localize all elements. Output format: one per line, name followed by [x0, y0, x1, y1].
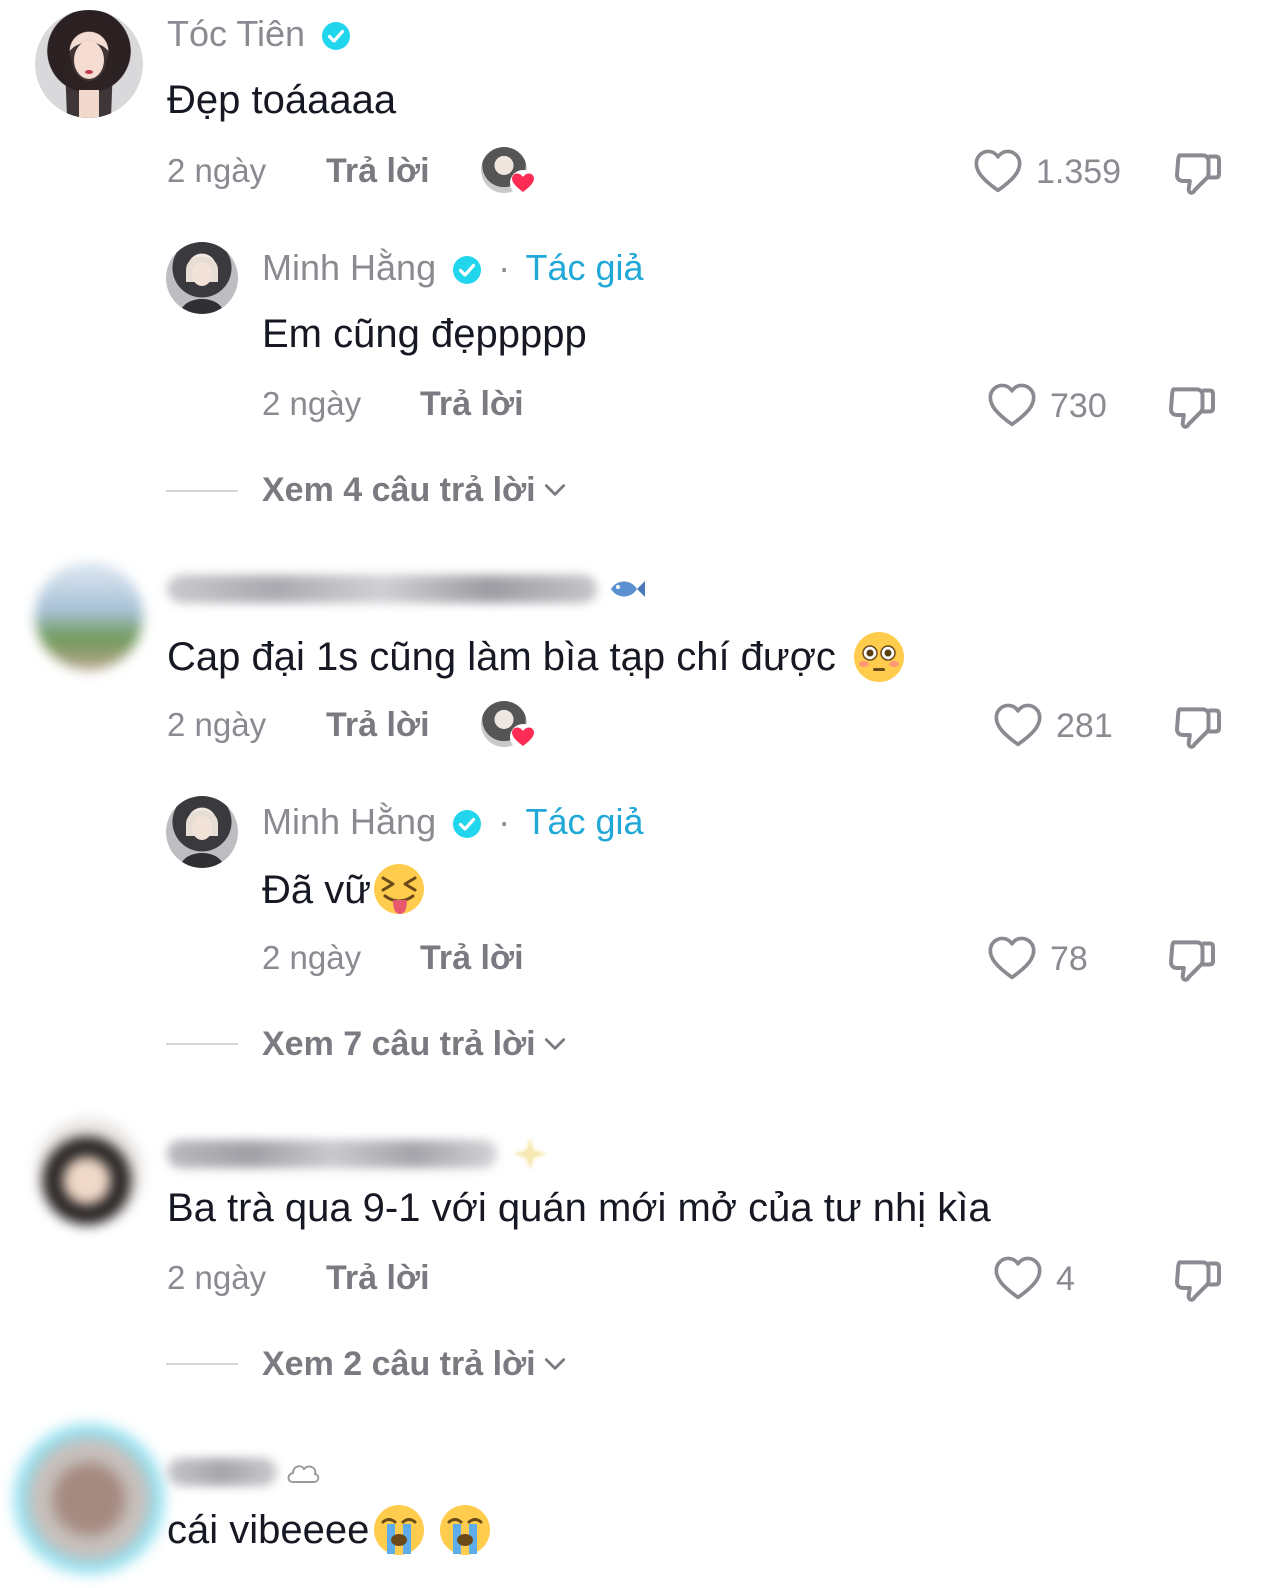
flushed-emoji-icon: [853, 632, 904, 682]
username[interactable]: Tóc Tiên: [167, 14, 351, 54]
username[interactable]: [167, 1134, 555, 1174]
view-replies-label[interactable]: Xem 7 câu trả lời: [262, 1024, 536, 1064]
like-control[interactable]: 78: [986, 933, 1088, 985]
like-control[interactable]: 1.359: [972, 146, 1121, 198]
avatar-image: [180, 256, 224, 314]
comment-text: Cap đại 1s cũng làm bìa tạp chí được: [167, 630, 906, 684]
verified-icon: [321, 21, 351, 51]
squinting-tongue-emoji-icon: [374, 864, 425, 914]
like-control[interactable]: 281: [992, 700, 1113, 752]
comment-text: Em cũng đẹppppp: [262, 312, 587, 356]
view-replies-button[interactable]: Xem 4 câu trả lời: [262, 470, 568, 510]
like-control[interactable]: 730: [986, 380, 1107, 432]
like-count: 1.359: [1036, 153, 1122, 191]
heart-outline-icon[interactable]: [972, 146, 1024, 198]
username[interactable]: [167, 1452, 323, 1492]
reply-button[interactable]: Trả lời: [326, 151, 430, 191]
chevron-down-icon: [542, 1031, 568, 1057]
avatar[interactable]: [35, 562, 143, 670]
dislike-icon[interactable]: [1170, 700, 1226, 756]
avatar-image: [180, 810, 224, 868]
comment-time: 2 ngày: [262, 939, 362, 976]
view-replies-button[interactable]: Xem 2 câu trả lời: [262, 1344, 568, 1384]
username-text[interactable]: Tóc Tiên: [167, 13, 305, 54]
blurred-username: [167, 1140, 497, 1168]
author-tag: Tác giả: [525, 801, 644, 842]
comment-text-content: cái vibeeee: [167, 1508, 370, 1552]
reply-button[interactable]: Trả lời: [420, 384, 524, 424]
crying-emoji-icon: [374, 1505, 425, 1555]
username-text[interactable]: Minh Hằng: [262, 247, 436, 288]
dislike-icon[interactable]: [1164, 380, 1220, 436]
chevron-down-icon: [542, 1351, 568, 1377]
sparkle-icon: [513, 1138, 547, 1170]
username[interactable]: [167, 574, 647, 604]
like-count: 281: [1056, 707, 1113, 745]
divider: [166, 1363, 238, 1365]
dislike-icon[interactable]: [1164, 933, 1220, 989]
comment-text-content: Cap đại 1s cũng làm bìa tạp chí được: [167, 635, 836, 679]
heart-icon: [510, 724, 536, 750]
comment-time: 2 ngày: [262, 385, 362, 422]
avatar[interactable]: [14, 1424, 164, 1574]
comment-text: Ba trà qua 9-1 với quán mới mở của tư nh…: [167, 1186, 991, 1230]
comment-time: 2 ngày: [167, 706, 267, 743]
cloud-icon: [287, 1465, 320, 1483]
chevron-down-icon: [542, 477, 568, 503]
comment-text: Đã vữ: [262, 862, 427, 918]
avatar-image: [65, 39, 113, 118]
divider: [166, 490, 238, 492]
comment-time: 2 ngày: [167, 152, 267, 189]
blurred-username: [167, 575, 597, 603]
comment-text-content: Đã vữ: [262, 868, 372, 912]
reply-button[interactable]: Trả lời: [326, 705, 430, 745]
like-count: 4: [1056, 1260, 1075, 1298]
verified-icon: [452, 255, 482, 285]
avatar[interactable]: [35, 10, 143, 118]
like-count: 78: [1050, 940, 1088, 978]
username-text[interactable]: Minh Hằng: [262, 801, 436, 842]
creator-liked-badge: [481, 701, 537, 753]
heart-outline-icon[interactable]: [992, 700, 1044, 752]
verified-icon: [452, 809, 482, 839]
fish-icon: [611, 581, 645, 597]
username[interactable]: Minh Hằng · Tác giả: [262, 248, 644, 288]
reply-button[interactable]: Trả lời: [420, 938, 524, 978]
comment-text: cái vibeeee: [167, 1502, 493, 1558]
reply-button[interactable]: Trả lời: [326, 1258, 430, 1298]
like-count: 730: [1050, 387, 1107, 425]
dislike-icon[interactable]: [1170, 146, 1226, 202]
view-replies-label[interactable]: Xem 2 câu trả lời: [262, 1344, 536, 1384]
avatar[interactable]: [35, 1118, 143, 1226]
separator: ·: [498, 801, 511, 842]
divider: [166, 1043, 238, 1045]
view-replies-label[interactable]: Xem 4 câu trả lời: [262, 470, 536, 510]
like-control[interactable]: 4: [992, 1253, 1075, 1305]
blurred-username: [167, 1458, 277, 1486]
view-replies-button[interactable]: Xem 7 câu trả lời: [262, 1024, 568, 1064]
avatar[interactable]: [166, 796, 238, 868]
creator-liked-badge: [481, 147, 537, 199]
heart-outline-icon[interactable]: [992, 1253, 1044, 1305]
avatar[interactable]: [166, 242, 238, 314]
crying-emoji-icon: [440, 1505, 491, 1555]
heart-icon: [510, 170, 536, 196]
author-tag: Tác giả: [525, 247, 644, 288]
heart-outline-icon[interactable]: [986, 933, 1038, 985]
comment-text: Đẹp toáaaaa: [167, 78, 397, 122]
separator: ·: [498, 247, 511, 288]
dislike-icon[interactable]: [1170, 1253, 1226, 1309]
comment-time: 2 ngày: [167, 1259, 267, 1296]
username[interactable]: Minh Hằng · Tác giả: [262, 802, 644, 842]
heart-outline-icon[interactable]: [986, 380, 1038, 432]
